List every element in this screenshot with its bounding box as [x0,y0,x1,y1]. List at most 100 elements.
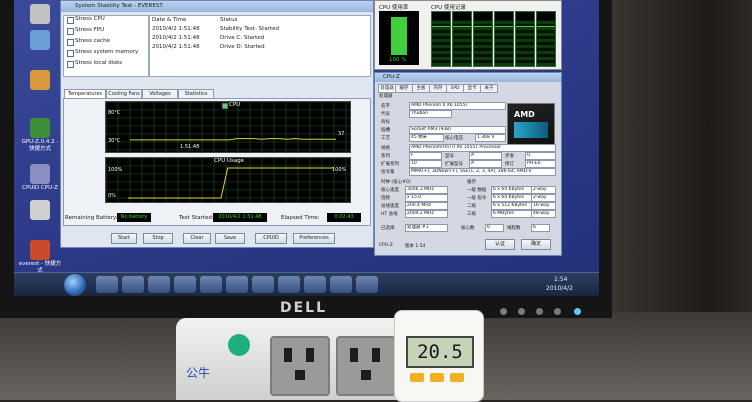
monitor-button[interactable] [518,308,525,315]
desktop-icon[interactable] [18,70,62,91]
cpuz-field-label: HT 总线 [381,212,398,217]
power-outlet [270,336,330,396]
cpuz-titlebar[interactable]: CPU-Z [375,73,561,82]
stress-checkbox[interactable] [67,17,74,24]
power-strip-switch[interactable] [228,334,250,356]
taskbar-app-icon[interactable] [148,276,170,293]
cpuz-field-value: 2004.2 MHz [405,210,448,218]
desktop-icon-image [30,200,50,220]
monitor-button[interactable] [500,308,507,315]
cpuz-tab[interactable]: 主板 [412,84,430,93]
cpu-history-cell [515,11,535,67]
cpuz-field-value: MMX(+), 3DNow!(+), SSE(1, 2, 3, 4A), x86… [409,168,556,176]
taskbar-app-icon[interactable] [122,276,144,293]
taskbar-app-icon[interactable] [226,276,248,293]
cpuz-tab[interactable]: SPD [446,84,464,93]
cpuz-tab[interactable]: 缓存 [395,84,413,93]
desktop-icon[interactable] [18,200,62,221]
power-meter-button[interactable] [410,373,424,382]
desktop-icon[interactable] [18,30,62,51]
cpu-history-cell [452,11,472,67]
cpuz-ok-button[interactable]: 确定 [521,239,551,250]
cpuz-validate-button[interactable]: 认证 [485,239,515,250]
cpuz-field-label: 三级 [467,212,476,217]
cpuz-version: 版本 1.54 [405,244,426,249]
preferences-button[interactable]: Preferences [293,233,335,244]
amd-phenom-logo: AMD [507,103,555,145]
stability-test-window[interactable]: System Stability Test - EVEREST Stress C… [60,0,374,248]
desktop-icon-label: CPUID CPU-Z [22,185,58,191]
cpuz-field-value: 6 [485,224,504,232]
cpu-usage-graph: CPU Usage 100% 0% 100% [105,157,351,203]
stress-checkbox-label: Stress cache [75,38,110,44]
taskbar-clock-time[interactable]: 1:54 [554,276,567,283]
start-button[interactable] [64,274,86,296]
clear-button[interactable]: Clear [183,233,211,244]
desktop-icon[interactable] [18,4,62,25]
start-button[interactable]: Start [111,233,137,244]
cpuz-cache-label: 缓存 [467,180,476,185]
log-row-time: 2010/4/2 1:51:48 [152,35,200,41]
stress-checkbox[interactable] [67,61,74,68]
stress-checkbox[interactable] [67,39,74,46]
cpu-history-cell [536,11,556,67]
cpuz-field-label: 步进 [505,154,514,159]
taskbar-app-icon[interactable] [174,276,196,293]
cpuz-field-value: 1.368 V [475,134,506,142]
stop-button[interactable]: Stop [143,233,173,244]
taskbar-app-icon[interactable] [200,276,222,293]
desktop-icon-image [30,70,50,90]
temp-axis-min: 30°C [108,138,121,144]
log-row-time: 2010/4/2 1:51:48 [152,26,200,32]
desktop-icon-label: GPU-Z.0.4.2 - 快捷方式 [21,139,59,152]
desktop-screen: GPU-Z.0.4.2 - 快捷方式 CPUID CPU-Z everest - 快… [14,0,599,296]
taskbar-clock-date[interactable]: 2010/4/2 [546,285,573,292]
taskbar-app-icon[interactable] [96,276,118,293]
cpuz-tab[interactable]: 关于 [480,84,498,93]
cpu-usage-gauge-fill [391,17,407,55]
desktop-icon-image [30,4,50,24]
cpuz-tab[interactable]: 处理器 [378,84,396,93]
cpuz-field-value: 2-way [531,186,556,194]
cpuz-field-label: 插槽 [381,128,390,133]
elapsed-time-value: 0:02:43 [327,213,361,222]
taskbar-app-icon[interactable] [252,276,274,293]
stress-checkbox-label: Stress FPU [75,27,105,33]
cpuz-field-label: 代号 [381,112,390,117]
cpuz-field-value: 6 [531,224,550,232]
stress-checkbox[interactable] [67,28,74,35]
cpu-meter-window[interactable]: CPU 使用率 CPU 使用记录 100 % [374,0,562,70]
cpuz-tab[interactable]: 内存 [429,84,447,93]
cpu-usage-gauge: 100 % [379,11,419,65]
cpuz-field-label: 规格 [381,146,390,151]
window-titlebar[interactable]: System Stability Test - EVEREST [61,1,373,12]
cpuz-title: CPU-Z [383,74,400,80]
stress-checkbox[interactable] [67,50,74,57]
cpuz-window[interactable]: CPU-Z 处理器 缓存 主板 内存 SPD 显卡 关于 处理器 AMD 名字 AMD Phe… [374,72,562,256]
cpuz-tab[interactable]: 显卡 [463,84,481,93]
power-meter-button[interactable] [450,373,464,382]
save-button[interactable]: Save [215,233,245,244]
cpuz-field-label: 商标 [381,120,390,125]
usage-current-value: 100% [332,167,347,173]
cpuz-field-value: 6 x 64 KBytes [491,194,532,202]
cpuz-field-value: 处理器 #1 [405,224,448,232]
desktop-icon[interactable]: CPUID CPU-Z [18,164,62,192]
monitor-power-button[interactable] [574,308,581,315]
monitor-button[interactable] [536,308,543,315]
cpuz-field-label: 二级 [467,204,476,209]
power-meter-button[interactable] [430,373,444,382]
cpuz-field-label: 名字 [381,104,390,109]
desktop-icon[interactable]: GPU-Z.0.4.2 - 快捷方式 [18,118,62,153]
cpuz-field-value: 48-way [531,210,556,218]
taskbar-app-icon[interactable] [356,276,378,293]
cpu-legend-checkbox[interactable] [222,103,228,109]
desktop-icon[interactable]: everest - 快捷方式 [18,240,62,275]
taskbar-app-icon[interactable] [330,276,352,293]
monitor-button[interactable] [554,308,561,315]
taskbar-app-icon[interactable] [304,276,326,293]
cpuz-field-value: AMD Phenom(tm) II X6 1055T Processor [409,144,556,152]
cpuid-button[interactable]: CPUID [255,233,287,244]
taskbar-app-icon[interactable] [278,276,300,293]
log-row-status: Drive C: Started [220,35,265,41]
